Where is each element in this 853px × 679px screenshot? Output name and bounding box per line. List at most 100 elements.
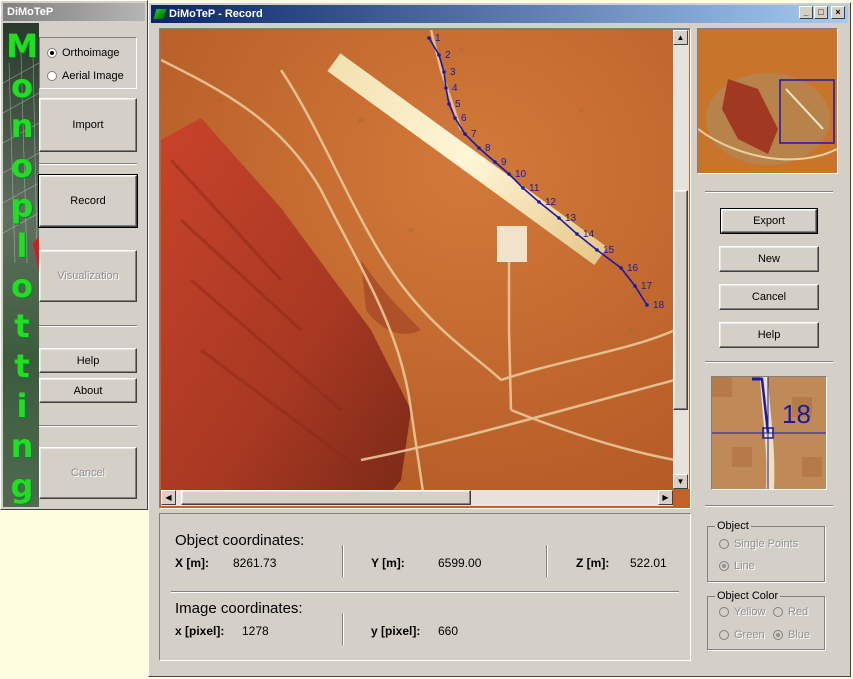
track-point[interactable]	[595, 248, 599, 252]
z-m-label: Z [m]:	[576, 556, 610, 570]
banner-letter: t	[14, 307, 30, 345]
track-point-label: 13	[565, 213, 577, 224]
line-radio[interactable]: Line	[719, 560, 755, 572]
track-point[interactable]	[453, 116, 457, 120]
track-point-label: 10	[515, 169, 527, 180]
banner-letter: t	[14, 347, 30, 385]
y-m-label: Y [m]:	[371, 556, 405, 570]
radio-dot	[773, 607, 783, 617]
green-radio[interactable]: Green	[719, 629, 765, 641]
track-point[interactable]	[507, 172, 511, 176]
banner-letter: l	[16, 227, 28, 265]
import-button[interactable]: Import	[39, 98, 137, 152]
track-point[interactable]	[447, 102, 451, 106]
horizontal-scrollbar[interactable]: ◀ ▶	[161, 490, 673, 506]
y-m-value: 6599.00	[438, 556, 482, 570]
track-point-label: 9	[501, 157, 507, 168]
help-button[interactable]: Help	[719, 322, 819, 348]
banner-letter: M	[6, 27, 38, 65]
track-point[interactable]	[633, 284, 637, 288]
main-window-title: DiMoTeP	[3, 3, 145, 21]
image-coordinates-heading: Image coordinates:	[175, 600, 303, 617]
visualization-button[interactable]: Visualization	[39, 250, 137, 302]
main-window: DiMoTeP Monoplotting Orthoimage Aerial I…	[0, 0, 148, 510]
record-window-title: DiMoTeP - Record	[169, 8, 263, 20]
separator	[39, 325, 137, 327]
close-icon[interactable]: ×	[831, 6, 845, 19]
track-point[interactable]	[463, 132, 467, 136]
x-pixel-value: 1278	[242, 624, 269, 638]
track-point-label: 3	[450, 67, 456, 78]
track-point[interactable]	[493, 160, 497, 164]
separator	[39, 425, 137, 427]
record-window-titlebar: DiMoTeP - Record	[151, 5, 848, 23]
track-point[interactable]	[645, 303, 649, 307]
track-point[interactable]	[537, 200, 541, 204]
app-icon	[153, 9, 167, 20]
aerial-image-radio[interactable]: Aerial Image	[47, 70, 124, 82]
track-point-label: 16	[627, 263, 639, 274]
yellow-radio[interactable]: Yellow	[719, 606, 765, 618]
track-point[interactable]	[442, 70, 446, 74]
cancel-button[interactable]: Cancel	[39, 447, 137, 499]
scroll-up-icon[interactable]: ▲	[673, 30, 688, 45]
radio-dot	[47, 48, 57, 58]
radio-dot	[719, 561, 729, 571]
track-point[interactable]	[444, 86, 448, 90]
scroll-right-icon[interactable]: ▶	[658, 490, 673, 505]
single-points-radio[interactable]: Single Points	[719, 538, 798, 550]
track-point[interactable]	[437, 53, 441, 57]
radio-dot	[773, 630, 783, 640]
blue-radio[interactable]: Blue	[773, 629, 810, 641]
about-button[interactable]: About	[39, 378, 137, 403]
monoplotting-banner: Monoplotting	[3, 23, 39, 507]
banner-letter: n	[10, 107, 34, 145]
track-point-label: 7	[471, 129, 477, 140]
banner-letter: n	[10, 427, 34, 465]
track-point-label: 15	[603, 245, 615, 256]
radio-dot	[719, 630, 729, 640]
z-m-value: 522.01	[630, 556, 667, 570]
banner-letter: o	[11, 147, 33, 185]
export-button[interactable]: Export	[720, 208, 818, 234]
maximize-icon[interactable]: □	[814, 6, 828, 19]
object-color-group-title: Object Color	[715, 590, 781, 602]
track-point[interactable]	[521, 186, 525, 190]
red-radio[interactable]: Red	[773, 606, 808, 618]
scroll-down-icon[interactable]: ▼	[673, 474, 688, 489]
track-point[interactable]	[557, 216, 561, 220]
overview-map[interactable]	[698, 29, 837, 173]
separator	[705, 361, 833, 363]
track-point-label: 12	[545, 197, 557, 208]
track-point-label: 18	[653, 300, 665, 311]
track-point-label: 2	[445, 50, 451, 61]
orthoimage-map[interactable]: 123456789101112131415161718	[161, 30, 675, 492]
y-pixel-label: y [pixel]:	[371, 624, 421, 638]
object-group-title: Object	[715, 520, 751, 532]
record-button[interactable]: Record	[38, 174, 138, 228]
scroll-left-icon[interactable]: ◀	[161, 490, 176, 505]
minimize-icon[interactable]: _	[799, 6, 813, 19]
track-point[interactable]	[619, 266, 623, 270]
separator	[171, 591, 679, 593]
object-color-group	[707, 596, 825, 650]
cancel-button[interactable]: Cancel	[719, 284, 819, 310]
separator	[546, 545, 548, 577]
track-point-label: 17	[641, 281, 653, 292]
vertical-scroll-thumb[interactable]	[673, 190, 688, 410]
overview-thumbnail[interactable]	[697, 28, 838, 174]
track-point-label: 11	[529, 183, 540, 194]
track-point[interactable]	[575, 232, 579, 236]
vertical-scrollbar[interactable]: ▲ ▼	[673, 30, 689, 489]
orthoimage-radio[interactable]: Orthoimage	[47, 47, 119, 59]
track-point-label: 14	[583, 229, 595, 240]
help-button[interactable]: Help	[39, 348, 137, 373]
banner-letter: g	[10, 467, 34, 505]
track-point[interactable]	[477, 146, 481, 150]
track-point[interactable]	[427, 36, 431, 40]
new-button[interactable]: New	[719, 246, 819, 272]
horizontal-scroll-thumb[interactable]	[181, 490, 471, 505]
separator	[39, 163, 137, 165]
zoom-map: 18	[712, 377, 826, 489]
image-viewport[interactable]: 1 2 3 4 5 6 7 8 9 10 11 12 13 14 15 16 17 18	[159, 28, 691, 509]
